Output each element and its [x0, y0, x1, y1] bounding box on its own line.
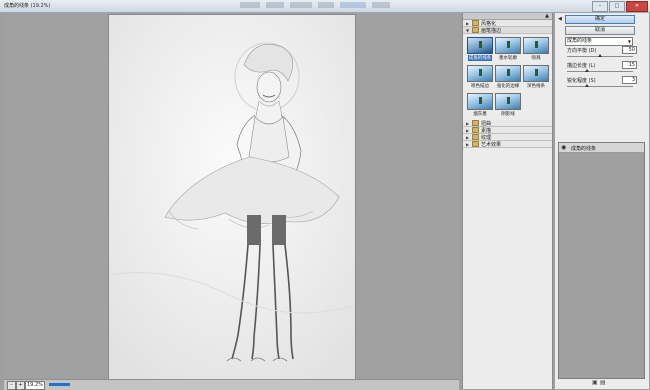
param-control: 方向平衡 (D) 50	[567, 46, 637, 61]
filter-thumbnail[interactable]: 墨水轮廓	[495, 37, 521, 61]
triangle-right-icon[interactable]: ▶	[466, 121, 470, 126]
param-label: 锐化程度 (S)	[567, 78, 596, 84]
effect-layer-row[interactable]: ◉ 成角的线条	[559, 143, 644, 153]
param-slider-thumb[interactable]	[584, 69, 589, 72]
filter-thumbnail[interactable]: 阴影线	[495, 93, 521, 117]
window-title: 成角的线条 (19.2%)	[4, 3, 51, 9]
preview-area[interactable]	[4, 13, 459, 381]
folder-icon	[472, 134, 479, 140]
param-label: 描边长度 (L)	[567, 63, 596, 69]
param-value-input[interactable]: 3	[622, 76, 637, 84]
gallery-header: ▲	[463, 13, 552, 20]
zoom-in-button[interactable]: +	[16, 381, 25, 390]
new-effect-layer-icon[interactable]: ▣	[592, 379, 598, 386]
param-value-input[interactable]: 15	[622, 61, 637, 69]
thumbnail-image	[467, 65, 493, 82]
category-row[interactable]: ▶ 纹理	[463, 134, 552, 141]
thumbnail-label: 阴影线	[501, 112, 515, 117]
effect-layer-name: 成角的线条	[571, 146, 597, 152]
category-row[interactable]: ▶ 艺术效果	[463, 141, 552, 148]
filter-thumbnail[interactable]: 喷溅	[523, 37, 549, 61]
thumbnail-image	[495, 37, 521, 54]
preview-image	[108, 14, 356, 381]
effect-layers-list[interactable]: ◉ 成角的线条	[558, 142, 645, 379]
triangle-right-icon[interactable]: ▶	[466, 128, 470, 133]
triangle-down-icon[interactable]: ▼	[466, 28, 470, 33]
category-row[interactable]: ▶ 风格化	[463, 20, 552, 27]
filter-select[interactable]: 成角的线条 ▼	[565, 37, 633, 46]
thumbnail-label: 喷溅	[531, 56, 541, 61]
param-control: 锐化程度 (S) 3	[567, 76, 637, 91]
maximize-button[interactable]: □	[609, 1, 625, 12]
thumbnail-label: 深色线条	[527, 84, 545, 89]
thumbnail-image	[495, 93, 521, 110]
thumbnail-image	[467, 37, 493, 54]
collapse-gallery-icon[interactable]: ▲	[545, 13, 549, 19]
folder-icon	[472, 20, 479, 26]
folder-icon	[472, 127, 479, 133]
folder-icon	[472, 120, 479, 126]
collapse-toggle-icon[interactable]: ◀	[558, 16, 562, 22]
thumbnail-image	[523, 37, 549, 54]
zoom-out-button[interactable]: –	[7, 381, 16, 390]
folder-icon	[472, 27, 479, 33]
status-bar: – + 19.2%	[4, 379, 459, 390]
title-bar: 成角的线条 (19.2%) – □ ✕	[0, 0, 650, 13]
delete-effect-layer-icon[interactable]: ▤	[600, 379, 606, 386]
param-value-input[interactable]: 50	[622, 46, 637, 54]
chevron-down-icon: ▼	[627, 39, 631, 44]
triangle-right-icon[interactable]: ▶	[466, 142, 470, 147]
filter-thumbnail[interactable]: 烟灰墨	[467, 93, 493, 117]
zoom-select[interactable]: 19.2%	[25, 381, 45, 390]
triangle-right-icon[interactable]: ▶	[466, 21, 470, 26]
progress-bar	[49, 383, 70, 386]
filter-thumbnail[interactable]: 强化的边缘	[495, 65, 521, 89]
thumbnail-label: 强化的边缘	[496, 84, 520, 89]
category-label: 纹理	[481, 134, 492, 141]
param-control: 描边长度 (L) 15	[567, 61, 637, 76]
close-button[interactable]: ✕	[626, 1, 648, 12]
category-label: 画笔描边	[481, 27, 502, 34]
category-label: 扭曲	[481, 120, 492, 127]
filter-select-value: 成角的线条	[567, 38, 593, 44]
filter-thumbnail[interactable]: 成角的线条	[467, 37, 493, 61]
eye-icon[interactable]: ◉	[561, 144, 566, 151]
thumbnail-label: 墨水轮廓	[499, 56, 517, 61]
sketch-figure	[109, 15, 355, 380]
cancel-button[interactable]: 取消	[565, 26, 635, 35]
category-row[interactable]: ▶ 素描	[463, 127, 552, 134]
background-toolbar	[240, 2, 490, 8]
category-label: 素描	[481, 127, 492, 134]
settings-panel: ◀ 确定 取消 成角的线条 ▼ 方向平衡 (D) 50 描边长度 (L) 15 锐化程度…	[555, 13, 649, 389]
param-slider-track[interactable]	[567, 86, 633, 87]
filter-thumbnail[interactable]: 喷色描边	[467, 65, 493, 89]
param-slider-thumb[interactable]	[598, 54, 602, 57]
category-row[interactable]: ▼ 画笔描边	[463, 27, 552, 34]
category-row[interactable]: ▶ 扭曲	[463, 120, 552, 127]
folder-icon	[472, 141, 479, 147]
category-label: 艺术效果	[481, 141, 502, 148]
thumbnail-label: 成角的线条	[467, 55, 493, 61]
param-label: 方向平衡 (D)	[567, 48, 597, 54]
param-slider-track[interactable]	[567, 71, 633, 72]
minimize-button[interactable]: –	[592, 1, 608, 12]
thumbnail-label: 烟灰墨	[473, 112, 487, 117]
category-label: 风格化	[481, 20, 497, 27]
param-slider-thumb[interactable]	[584, 84, 589, 87]
thumbnail-label: 喷色描边	[471, 84, 489, 89]
ok-button[interactable]: 确定	[565, 15, 635, 24]
layers-footer: ▣ ▤	[558, 378, 643, 387]
thumbnail-image	[495, 65, 521, 82]
filter-thumbnails: 成角的线条 墨水轮廓 喷溅喷色描边 强化的边缘 深色线条烟灰墨 阴影线	[463, 34, 552, 120]
thumbnail-image	[523, 65, 549, 82]
triangle-right-icon[interactable]: ▶	[466, 135, 470, 140]
thumbnail-image	[467, 93, 493, 110]
filter-thumbnail[interactable]: 深色线条	[523, 65, 549, 89]
filter-gallery-panel: ▲ ▶ 风格化 ▼ 画笔描边成角的线条 墨水轮廓 喷溅喷色描边 强化的边缘 深色线条烟灰墨 阴影…	[462, 13, 553, 389]
